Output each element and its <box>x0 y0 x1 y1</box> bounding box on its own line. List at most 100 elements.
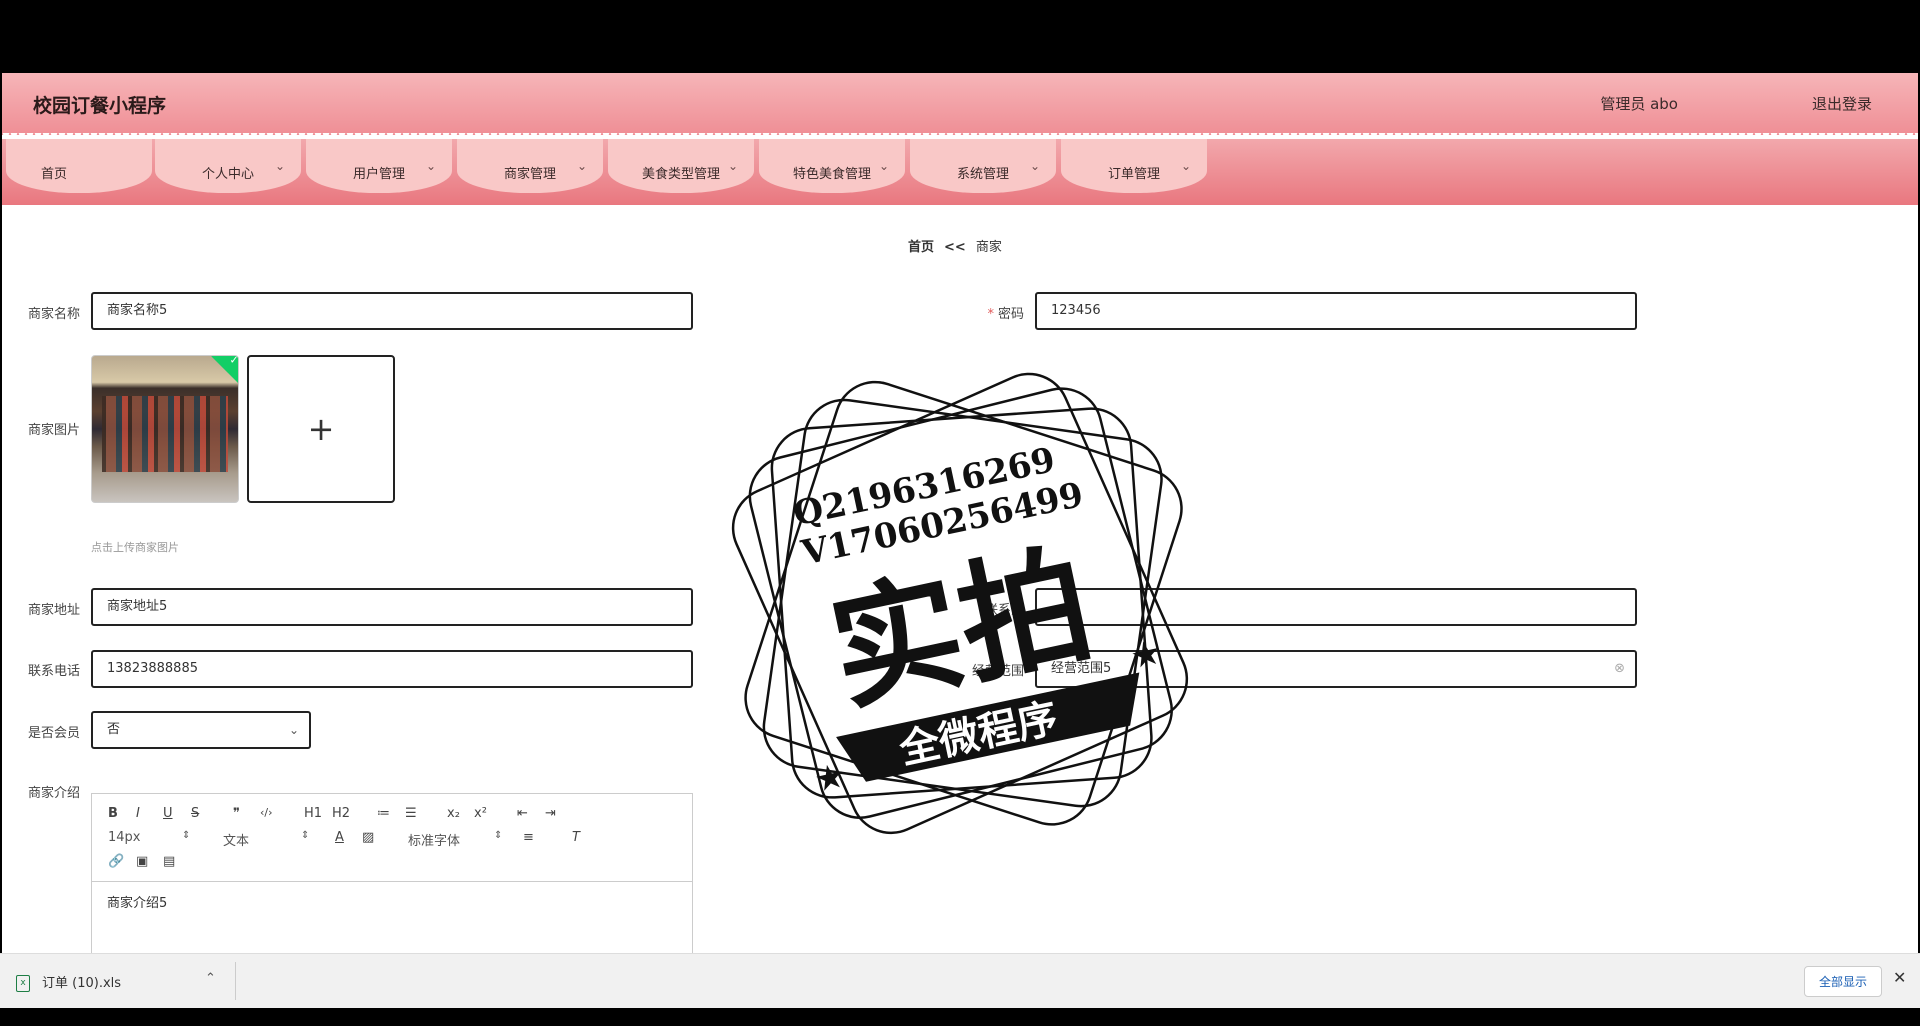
name-label: 商家名称 <box>27 307 80 322</box>
superscript-button[interactable]: x² <box>474 806 487 821</box>
ordered-list-button[interactable]: ≔ <box>377 806 390 821</box>
blockquote-button[interactable]: ❞ <box>233 806 240 821</box>
link-icon[interactable]: 🔗 <box>108 854 124 869</box>
editor-toolbar: B I U S ❞ ‹/› H1 H2 ≔ ☰ x₂ x² ⇤ ⇥ 14px ⇕ … <box>92 794 692 882</box>
nav-item-food-types[interactable]: 美食类型管理 ⌄ <box>608 139 754 193</box>
logout-link[interactable]: 退出登录 <box>1812 93 1872 114</box>
italic-button[interactable]: I <box>136 806 140 821</box>
rich-text-editor: B I U S ❞ ‹/› H1 H2 ≔ ☰ x₂ x² ⇤ ⇥ 14px ⇕ … <box>91 793 693 953</box>
nav-item-home[interactable]: 首页 <box>6 139 152 193</box>
intro-label: 商家介绍 <box>27 786 80 801</box>
scope-input-value: 经营范围5 <box>1051 661 1112 676</box>
chevron-down-icon: ⌄ <box>878 159 889 173</box>
nav-item-orders[interactable]: 订单管理 ⌄ <box>1061 139 1207 193</box>
outdent-button[interactable]: ⇤ <box>517 806 528 821</box>
upload-success-badge: ✓ <box>211 355 239 385</box>
member-label: 是否会员 <box>27 726 80 741</box>
chevron-down-icon: ⌄ <box>1029 159 1040 173</box>
app-title: 校园订餐小程序 <box>33 95 167 117</box>
member-select-value: 否 <box>107 722 121 737</box>
background-color-icon[interactable]: ▨ <box>362 830 374 845</box>
contact-label: 联系人 <box>984 603 1024 618</box>
scope-input[interactable]: 经营范围5 ⊗ <box>1035 650 1637 688</box>
nav-item-profile[interactable]: 个人中心 ⌄ <box>155 139 301 193</box>
nav-item-merchants[interactable]: 商家管理 ⌄ <box>457 139 603 193</box>
font-size-select[interactable]: 14px ⇕ <box>108 830 190 845</box>
excel-file-icon: x <box>16 975 30 992</box>
updown-icon: ⇕ <box>301 830 310 841</box>
app-window: 校园订餐小程序 管理员 abo 退出登录 首页 个人中心 ⌄ 用户管理 ⌄ 商家… <box>2 73 1918 953</box>
address-label: 商家地址 <box>27 603 80 618</box>
download-file-name: 订单 (10).xls <box>42 976 122 991</box>
nav-item-label: 首页 <box>41 167 68 182</box>
breadcrumb-current: 商家 <box>975 240 1002 255</box>
nav-item-featured-food[interactable]: 特色美食管理 ⌄ <box>759 139 905 193</box>
breadcrumb-separator: << <box>944 240 966 255</box>
image-icon[interactable]: ▣ <box>136 854 148 869</box>
member-select[interactable]: 否 ⌄ <box>91 711 311 749</box>
phone-label: 联系电话 <box>27 664 80 679</box>
chevron-down-icon: ⌄ <box>1180 159 1191 173</box>
font-family-value: 标准字体 <box>408 834 461 849</box>
watermark-big-text: 实拍 <box>818 527 1104 730</box>
watermark-ribbon-text: 全微程序 <box>895 695 1062 773</box>
updown-icon: ⇕ <box>182 830 191 841</box>
text-style-select[interactable]: 文本 ⇕ <box>223 830 309 849</box>
phone-input[interactable]: 13823888885 <box>91 650 693 688</box>
password-input[interactable]: 123456 <box>1035 292 1637 330</box>
text-style-value: 文本 <box>223 834 250 849</box>
chevron-down-icon: ⌄ <box>576 159 587 173</box>
show-all-button[interactable]: 全部显示 <box>1804 966 1883 997</box>
chevron-down-icon: ⌄ <box>274 159 285 173</box>
star-icon: ★ <box>811 755 849 800</box>
user-info: 管理员 abo <box>1600 95 1678 113</box>
watermark-wechat: V17060256499 <box>797 475 1087 574</box>
header: 校园订餐小程序 管理员 abo 退出登录 <box>2 73 1918 135</box>
required-asterisk: * <box>987 307 994 322</box>
font-size-value: 14px <box>108 830 141 845</box>
check-icon: ✓ <box>229 355 239 367</box>
code-button[interactable]: ‹/› <box>260 806 273 819</box>
plus-icon: + <box>307 410 335 448</box>
nav-item-system[interactable]: 系统管理 ⌄ <box>910 139 1056 193</box>
nav-item-users[interactable]: 用户管理 ⌄ <box>306 139 452 193</box>
align-icon[interactable]: ≡ <box>523 830 534 845</box>
h1-button[interactable]: H1 <box>304 806 322 821</box>
password-label: * 密码 <box>962 303 1024 322</box>
chevron-up-icon[interactable]: ⌃ <box>205 971 216 986</box>
bold-button[interactable]: B <box>108 806 118 821</box>
store-shelves-image <box>102 396 228 472</box>
close-icon[interactable]: ✕ <box>1893 968 1906 987</box>
strike-button[interactable]: S <box>191 806 199 821</box>
breadcrumb: 首页 << 商家 <box>908 236 1002 255</box>
video-icon[interactable]: ▤ <box>163 854 175 869</box>
subscript-button[interactable]: x₂ <box>447 806 460 821</box>
breadcrumb-home[interactable]: 首页 <box>908 240 934 255</box>
font-family-select[interactable]: 标准字体 ⇕ <box>408 830 502 849</box>
screen-bottom-edge <box>0 1008 1920 1026</box>
download-divider <box>235 962 236 1000</box>
bullet-list-button[interactable]: ☰ <box>405 806 417 821</box>
image-upload-hint: 点击上传商家图片 <box>91 541 179 554</box>
h2-button[interactable]: H2 <box>332 806 350 821</box>
contact-input[interactable] <box>1035 588 1637 626</box>
image-label: 商家图片 <box>27 423 80 438</box>
clear-format-icon[interactable]: T <box>572 830 580 845</box>
chevron-down-icon: ⌄ <box>288 723 299 737</box>
address-input[interactable]: 商家地址5 <box>91 588 693 626</box>
clear-icon[interactable]: ⊗ <box>1614 652 1625 686</box>
editor-content[interactable]: 商家介绍5 <box>107 892 167 911</box>
main-nav: 首页 个人中心 ⌄ 用户管理 ⌄ 商家管理 ⌄ 美食类型管理 ⌄ 特色美食管理 … <box>2 139 1918 205</box>
indent-button[interactable]: ⇥ <box>545 806 556 821</box>
merchant-image-thumbnail[interactable]: ✓ <box>91 355 239 503</box>
font-color-icon[interactable]: A <box>335 830 344 845</box>
underline-button[interactable]: U <box>163 806 173 821</box>
watermark-ribbon <box>836 672 1140 782</box>
download-bar: x 订单 (10).xls ⌃ 全部显示 ✕ <box>0 953 1920 1009</box>
watermark-qq: Q2196316269 <box>790 440 1059 534</box>
image-upload-button[interactable]: + <box>247 355 395 503</box>
name-input[interactable]: 商家名称5 <box>91 292 693 330</box>
chevron-down-icon: ⌄ <box>425 159 436 173</box>
password-label-text: 密码 <box>997 307 1024 322</box>
download-item[interactable]: x 订单 (10).xls <box>16 972 121 992</box>
